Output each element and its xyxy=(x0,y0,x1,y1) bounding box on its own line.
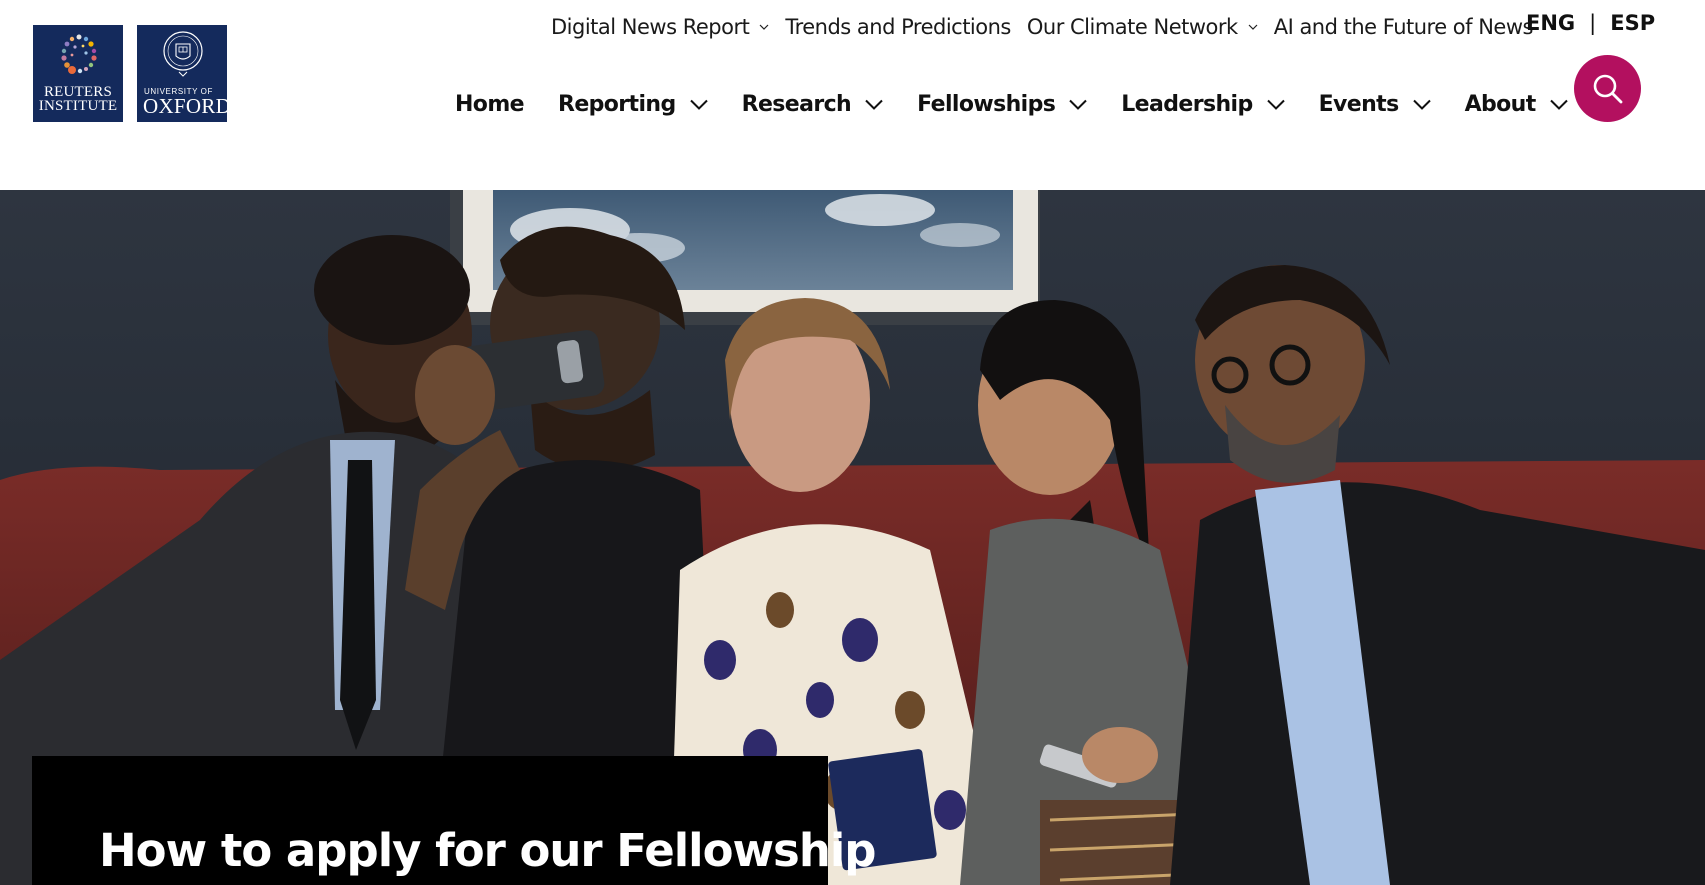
nav-item-research[interactable]: Research xyxy=(742,92,883,117)
nav-item-fellowships[interactable]: Fellowships xyxy=(917,92,1087,117)
top-link-label: AI and the Future of News xyxy=(1273,15,1534,39)
nav-item-label: Research xyxy=(741,91,852,117)
chevron-down-icon xyxy=(1412,99,1431,110)
page-title: How to apply for our Fellowship xyxy=(99,824,877,877)
nav-item-leadership[interactable]: Leadership xyxy=(1121,91,1285,117)
search-button[interactable] xyxy=(1574,55,1641,122)
language-eng-link[interactable]: ENG xyxy=(1526,11,1575,35)
oxford-logo-big-text: OXFORD xyxy=(143,94,232,118)
nav-item-label: Events xyxy=(1318,91,1400,117)
chevron-down-icon xyxy=(865,99,883,110)
nav-item-events[interactable]: Events xyxy=(1319,92,1431,117)
reuters-institute-logo[interactable]: REUTERS INSTITUTE xyxy=(33,25,123,122)
main-nav: Home Reporting Research Fellowships Lead… xyxy=(455,88,1568,120)
language-esp-link[interactable]: ESP xyxy=(1610,11,1655,35)
top-link-our-climate-network[interactable]: Our Climate Network xyxy=(1027,15,1258,39)
chevron-down-icon xyxy=(1266,99,1285,110)
chevron-down-icon xyxy=(1069,99,1087,110)
top-link-digital-news-report[interactable]: Digital News Report xyxy=(551,15,769,39)
top-link-label: Digital News Report xyxy=(551,15,750,39)
utility-nav: Digital News Report Trends and Predictio… xyxy=(551,12,1533,42)
top-link-label: Trends and Predictions xyxy=(785,15,1011,39)
chevron-down-icon xyxy=(1549,99,1568,110)
nav-item-label: Home xyxy=(455,91,525,117)
hero-title-box: How to apply for our Fellowship xyxy=(32,756,877,885)
language-switcher: ENG | ESP xyxy=(1526,8,1655,38)
reuters-dots-icon xyxy=(61,34,97,74)
oxford-crest-icon xyxy=(163,31,203,77)
language-separator: | xyxy=(1589,11,1597,35)
top-link-ai-and-the-future-of-news[interactable]: AI and the Future of News xyxy=(1273,15,1534,39)
nav-item-label: Leadership xyxy=(1121,91,1253,117)
nav-item-label: About xyxy=(1464,91,1537,117)
top-link-label: Our Climate Network xyxy=(1026,15,1238,39)
nav-item-label: Reporting xyxy=(557,91,676,117)
site-header: REUTERS INSTITUTE UNIVERSITY OF OXFORD D… xyxy=(0,0,1705,190)
search-icon xyxy=(1593,74,1622,103)
nav-item-reporting[interactable]: Reporting xyxy=(558,92,708,117)
reuters-logo-line2: INSTITUTE xyxy=(38,98,118,114)
reuters-logo-line1: REUTERS xyxy=(43,84,113,100)
nav-item-home[interactable]: Home xyxy=(455,91,525,117)
nav-item-about[interactable]: About xyxy=(1465,92,1568,117)
hero-section: How to apply for our Fellowship xyxy=(0,190,1705,885)
chevron-down-icon xyxy=(1248,24,1258,30)
page: REUTERS INSTITUTE UNIVERSITY OF OXFORD D… xyxy=(0,0,1705,885)
nav-item-label: Fellowships xyxy=(917,91,1056,117)
top-link-trends-and-predictions[interactable]: Trends and Predictions xyxy=(785,15,1011,39)
chevron-down-icon xyxy=(689,99,708,110)
oxford-logo[interactable]: UNIVERSITY OF OXFORD xyxy=(137,25,232,122)
chevron-down-icon xyxy=(759,24,769,30)
